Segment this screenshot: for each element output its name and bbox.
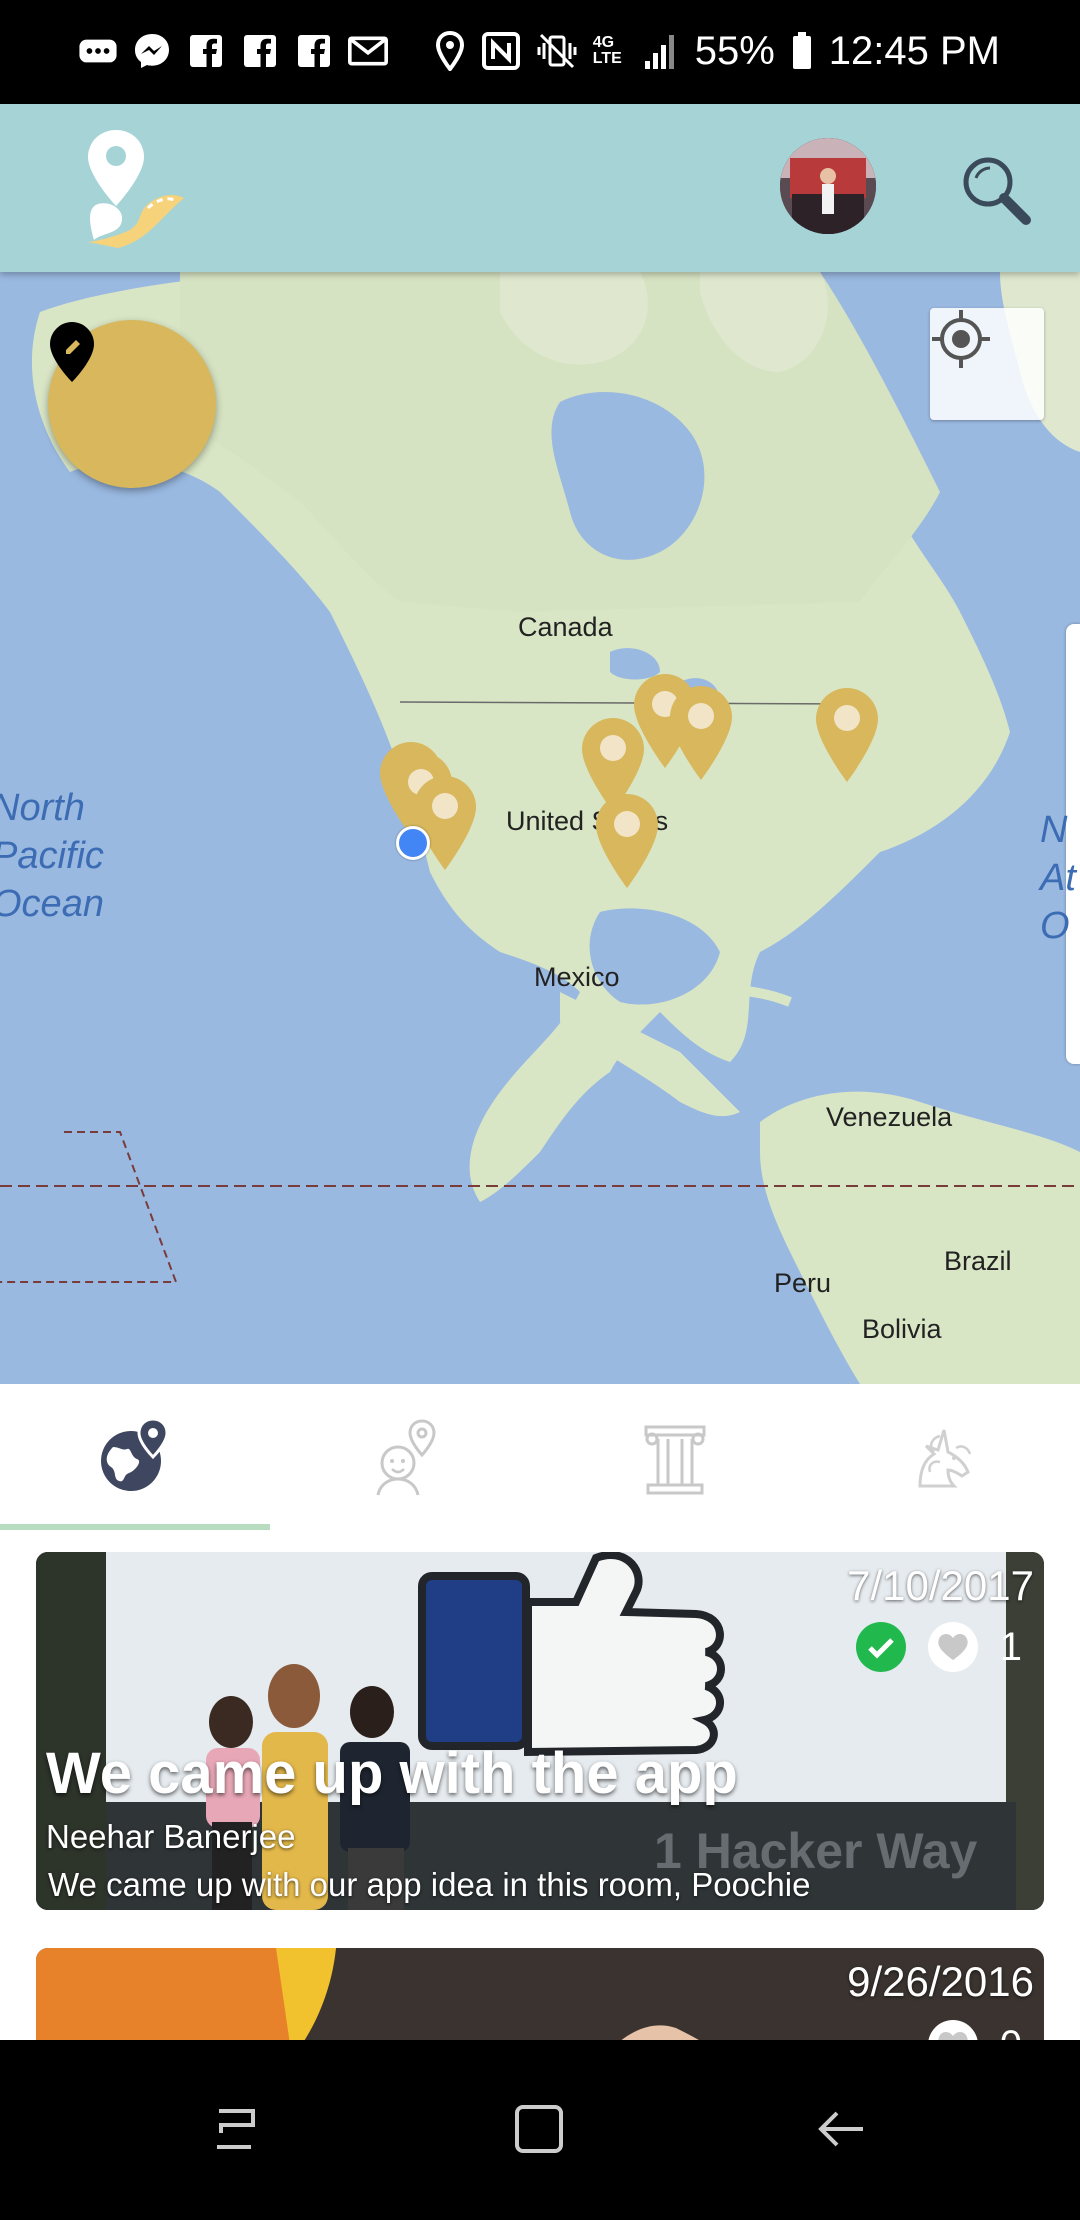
post-date: 7/10/2017 [847, 1562, 1034, 1609]
system-status: 4G LTE 55% 12:45 PM [435, 18, 1000, 84]
post-title: We came up with the app [46, 1741, 738, 1806]
tab-fun[interactable] [810, 1384, 1080, 1530]
heart-icon [938, 1633, 968, 1660]
home-icon [515, 2105, 563, 2153]
clock: 12:45 PM [828, 28, 1000, 73]
facebook-icon [186, 31, 226, 71]
network-type: 4G LTE [592, 34, 622, 67]
tab-world[interactable] [0, 1384, 270, 1530]
like-count: 1 [999, 1624, 1022, 1669]
map-pin[interactable] [668, 684, 734, 784]
map-label-venezuela: Venezuela [826, 1102, 953, 1132]
back-icon [818, 2111, 863, 2147]
app-logo[interactable] [88, 130, 188, 248]
messenger-icon [132, 31, 172, 71]
column-icon [644, 1425, 706, 1495]
ocean-label-pacific: North Pacific Ocean [0, 787, 104, 925]
like-button[interactable] [927, 2020, 978, 2040]
like-count: 0 [1000, 2023, 1022, 2041]
location-icon [435, 31, 464, 71]
facebook-icon [294, 31, 334, 71]
notification-icons [78, 18, 388, 84]
profile-avatar[interactable] [780, 138, 876, 234]
search-icon[interactable] [958, 152, 1034, 228]
globe-pin-icon [101, 1417, 169, 1491]
vibrate-icon [537, 33, 577, 69]
map-label-peru: Peru [774, 1268, 832, 1298]
verified-check-icon [855, 1622, 906, 1672]
map-label-brazil: Brazil [944, 1246, 1012, 1276]
add-post-button[interactable] [48, 320, 216, 488]
tab-landmarks[interactable] [540, 1384, 810, 1530]
like-button[interactable] [927, 1622, 978, 1672]
map-pin[interactable] [412, 774, 478, 874]
facebook-icon [240, 31, 280, 71]
my-location-icon [932, 310, 990, 368]
battery-icon [792, 32, 811, 69]
post-badges: 1 [855, 1622, 1022, 1672]
heart-icon [938, 2032, 968, 2040]
map-pin[interactable] [594, 792, 660, 892]
post-feed[interactable]: 1 Hacker Way 7/10/2017 1 We came up with… [0, 1530, 1080, 2040]
map-label-bolivia: Bolivia [862, 1314, 942, 1344]
person-pin-icon [376, 1419, 436, 1496]
post-card[interactable]: 1 Hacker Way 7/10/2017 1 We came up with… [36, 1552, 1044, 1910]
app-bar [0, 104, 1080, 272]
my-location-button[interactable] [930, 308, 1044, 420]
back-button[interactable] [806, 2094, 876, 2164]
recent-apps-button[interactable] [200, 2094, 270, 2164]
navigation-bar [0, 2040, 1080, 2220]
category-tabs [0, 1384, 1080, 1530]
signal-icon [644, 35, 674, 69]
tab-people[interactable] [270, 1384, 540, 1530]
post-badges: 0 [927, 2020, 1022, 2041]
pin-edit-icon [50, 322, 94, 382]
unicorn-icon [918, 1429, 972, 1488]
post-date: 9/26/2016 [847, 1958, 1034, 2005]
gmail-icon [348, 31, 388, 71]
post-author[interactable]: Neehar Banerjee [46, 1818, 296, 1856]
map-label-canada: Canada [518, 612, 613, 642]
ocean-label-atlantic: N At O [1040, 809, 1076, 947]
more-icon [78, 31, 118, 71]
status-bar: 4G LTE 55% 12:45 PM [0, 0, 1080, 104]
battery-percent: 55% [694, 28, 775, 73]
map-label-mexico: Mexico [534, 962, 620, 992]
post-description: We came up with our app idea in this roo… [48, 1866, 811, 1903]
recent-apps-icon [217, 2109, 255, 2149]
nfc-icon [481, 32, 520, 70]
map-view[interactable]: Canada United States Mexico Venezuela Br… [0, 272, 1080, 1384]
map-pin[interactable] [814, 686, 880, 786]
home-button[interactable] [504, 2094, 574, 2164]
current-location-dot [396, 826, 430, 860]
post-card[interactable]: 9/26/2016 0 [36, 1948, 1044, 2040]
